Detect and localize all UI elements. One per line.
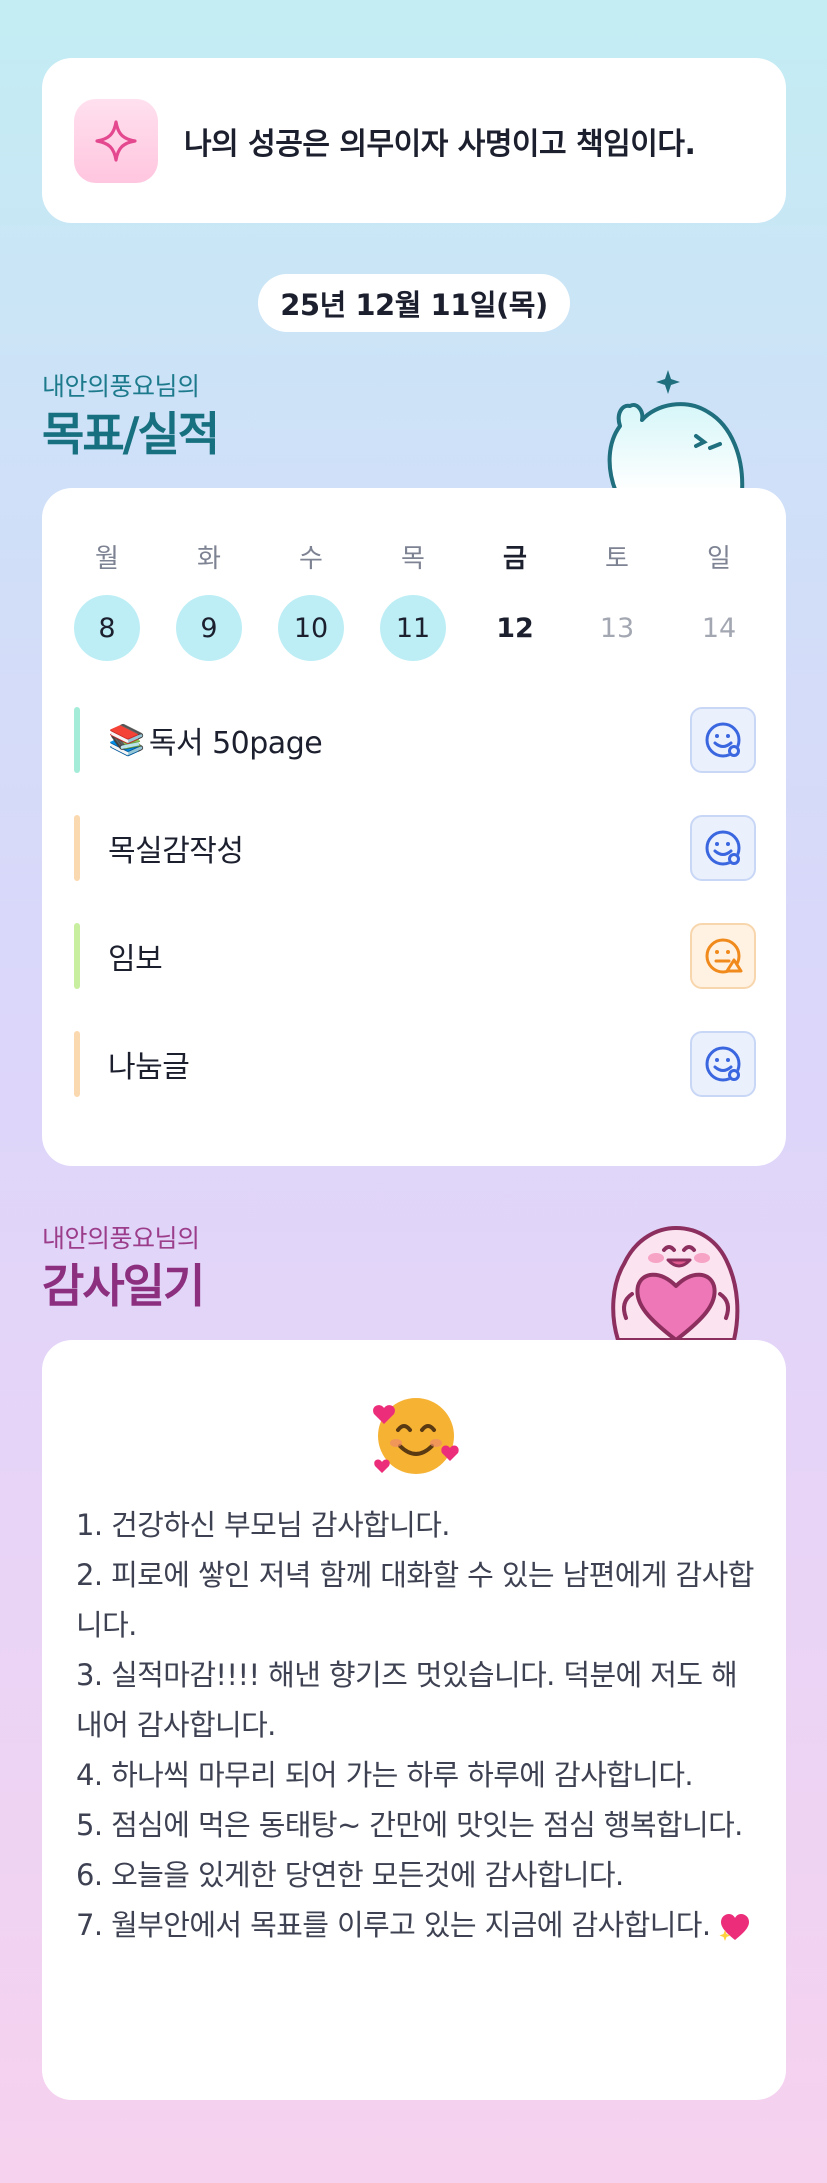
day-circle[interactable]: 10 bbox=[278, 595, 344, 661]
goal-status-button[interactable] bbox=[690, 707, 756, 773]
smile-face-icon bbox=[705, 722, 741, 758]
thanks-title: 감사일기 bbox=[42, 1259, 205, 1313]
day-circle[interactable]: 9 bbox=[176, 595, 242, 661]
goals-title: 목표/실적 bbox=[42, 407, 220, 461]
weekday-label: 토 bbox=[605, 544, 629, 574]
weekday-label: 목 bbox=[401, 544, 425, 574]
goal-status-button[interactable] bbox=[690, 1031, 756, 1097]
day-circle[interactable]: 14 bbox=[686, 595, 752, 661]
thanks-line: 6. 오늘을 있게한 당연한 모든것에 감사합니다. bbox=[76, 1858, 624, 1892]
smile-face-icon bbox=[705, 1046, 741, 1082]
goal-color-bar bbox=[74, 923, 80, 989]
date-selector[interactable]: 25년 12월 11일(목) bbox=[258, 274, 570, 332]
weekday-label-today: 금 bbox=[503, 544, 527, 574]
goal-label: 독서 50page bbox=[148, 726, 323, 761]
day-circle[interactable]: 11 bbox=[380, 595, 446, 661]
goal-item[interactable]: 나눔글 bbox=[74, 1031, 756, 1097]
thanks-line: 5. 점심에 먹은 동태탕~ 간만에 맛잇는 점심 행복합니다. bbox=[76, 1808, 743, 1842]
motto-card: 나의 성공은 의무이자 사명이고 책임이다. bbox=[42, 58, 786, 223]
goal-label: 목실감작성 bbox=[108, 834, 244, 869]
weekday-label: 화 bbox=[197, 544, 221, 574]
motto-text: 나의 성공은 의무이자 사명이고 책임이다. bbox=[184, 126, 696, 162]
thanks-line-last: 7. 월부안에서 목표를 이루고 있는 지금에 감사합니다. bbox=[76, 1900, 760, 1950]
thanks-line: 4. 하나씩 마무리 되어 가는 하루 하루에 감사합니다. bbox=[76, 1758, 694, 1792]
thanks-list: 1. 건강하신 부모님 감사합니다. 2. 피로에 쌓인 저녁 함께 대화할 수… bbox=[76, 1500, 760, 1950]
sparkle-icon bbox=[74, 98, 158, 183]
goal-item[interactable]: 목실감작성 bbox=[74, 815, 756, 881]
day-circle-today[interactable]: 12 bbox=[482, 595, 548, 661]
goal-label: 임보 bbox=[108, 942, 163, 977]
sparkling-heart-icon bbox=[719, 1914, 750, 1941]
neutral-face-icon bbox=[705, 938, 743, 974]
waving-ghost-mascot bbox=[596, 362, 756, 496]
thanks-line: 3. 실적마감!!!! 해낸 향기즈 멋있습니다. 덕분에 저도 해내어 감사합… bbox=[76, 1658, 738, 1742]
goal-status-button[interactable] bbox=[690, 815, 756, 881]
smile-face-icon bbox=[705, 830, 741, 866]
goal-item[interactable]: 임보 bbox=[74, 923, 756, 989]
goal-item[interactable]: 📚 독서 50page bbox=[74, 707, 756, 773]
goals-card: 월 화 수 목 금 토 일 8 9 10 11 12 13 14 📚 독서 50… bbox=[42, 488, 786, 1166]
goal-color-bar bbox=[74, 815, 80, 881]
thanks-line: 2. 피로에 쌓인 저녁 함께 대화할 수 있는 남편에게 감사합니다. bbox=[76, 1558, 754, 1642]
goal-label: 나눔글 bbox=[108, 1050, 190, 1085]
thanks-line: 1. 건강하신 부모님 감사합니다. bbox=[76, 1508, 451, 1542]
weekday-label: 월 bbox=[95, 544, 119, 574]
books-icon: 📚 bbox=[108, 722, 145, 758]
weekday-label: 일 bbox=[707, 544, 731, 574]
goal-status-button[interactable] bbox=[690, 923, 756, 989]
goal-color-bar bbox=[74, 707, 80, 773]
day-circle[interactable]: 8 bbox=[74, 595, 140, 661]
smiling-face-with-hearts-icon bbox=[373, 1398, 459, 1474]
weekday-label: 수 bbox=[299, 544, 323, 574]
thanks-line: 7. 월부안에서 목표를 이루고 있는 지금에 감사합니다. bbox=[76, 1908, 711, 1942]
thanks-diary-card: 1. 건강하신 부모님 감사합니다. 2. 피로에 쌓인 저녁 함께 대화할 수… bbox=[42, 1340, 786, 2100]
heart-hugging-mascot bbox=[596, 1214, 756, 1344]
day-circle[interactable]: 13 bbox=[584, 595, 650, 661]
goal-color-bar bbox=[74, 1031, 80, 1097]
